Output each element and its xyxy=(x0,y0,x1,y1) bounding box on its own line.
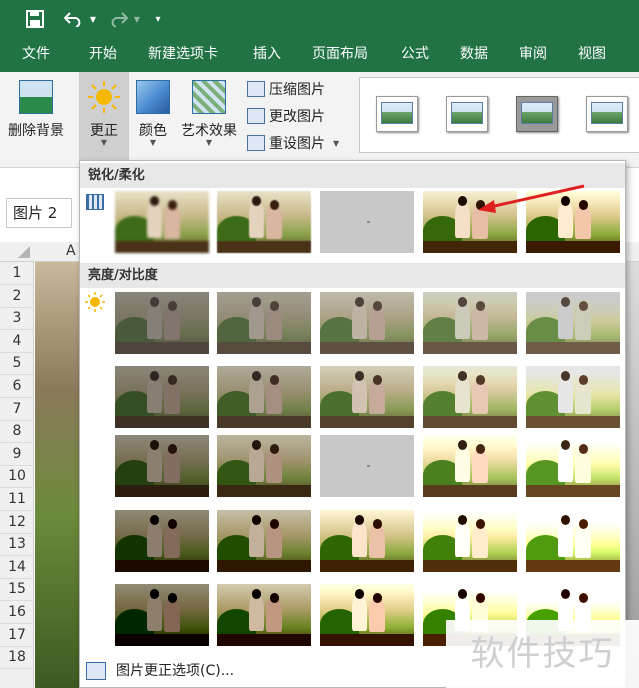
watermark: 软件技巧 xyxy=(446,620,639,688)
remove-background-icon xyxy=(19,80,53,114)
row-header[interactable]: 12 xyxy=(0,511,34,534)
ribbon-tabs: 文件 开始 新建选项卡 插入 页面布局 公式 数据 审阅 视图 xyxy=(0,38,639,72)
row-header[interactable]: 7 xyxy=(0,398,34,421)
reset-picture-icon xyxy=(247,135,265,151)
brightness-contrast-thumb[interactable] xyxy=(526,292,620,354)
name-box[interactable]: 图片 2 xyxy=(6,198,72,228)
chevron-down-icon: ▼ xyxy=(149,138,157,147)
tab-data[interactable]: 数据 xyxy=(460,38,488,72)
row-header[interactable]: 10 xyxy=(0,465,34,489)
chevron-down-icon[interactable]: ▼ xyxy=(333,139,339,148)
sharpen-soften-icon xyxy=(86,194,104,210)
brightness-contrast-thumb[interactable] xyxy=(217,584,311,646)
undo-dropdown-icon[interactable]: ▼ xyxy=(88,6,98,32)
redo-icon[interactable] xyxy=(104,6,132,32)
picture-style-4[interactable] xyxy=(586,96,628,132)
corrections-button[interactable]: 更正 ▼ xyxy=(79,72,129,168)
redo-dropdown-icon[interactable]: ▼ xyxy=(132,6,142,32)
picture-styles-gallery xyxy=(359,77,639,153)
sharpen-soften-thumb[interactable] xyxy=(423,191,517,253)
tab-page-layout[interactable]: 页面布局 xyxy=(312,38,368,72)
brightness-contrast-thumb[interactable] xyxy=(320,510,414,572)
reset-picture-button[interactable]: 重设图片 ▼ xyxy=(247,132,339,154)
tab-formulas[interactable]: 公式 xyxy=(401,38,429,72)
remove-background-button[interactable]: 删除背景 xyxy=(2,72,70,168)
compress-icon xyxy=(247,81,265,97)
brightness-contrast-header: 亮度/对比度 xyxy=(80,263,625,288)
change-picture-button[interactable]: 更改图片 xyxy=(247,105,325,127)
picture-style-2[interactable] xyxy=(446,96,488,132)
row-header[interactable]: 17 xyxy=(0,624,34,647)
brightness-contrast-thumb[interactable] xyxy=(115,510,209,572)
undo-icon[interactable] xyxy=(60,6,88,32)
background-picture xyxy=(35,262,80,688)
color-icon xyxy=(136,80,170,114)
picture-style-3[interactable] xyxy=(516,96,558,132)
row-header[interactable]: 1 xyxy=(0,262,34,285)
sharpen-soften-header: 锐化/柔化 xyxy=(80,163,625,188)
row-header[interactable]: 16 xyxy=(0,601,34,624)
sharpen-soften-thumb[interactable] xyxy=(526,191,620,253)
brightness-contrast-thumb[interactable] xyxy=(423,435,517,497)
brightness-contrast-thumb[interactable] xyxy=(217,292,311,354)
row-header[interactable]: 11 xyxy=(0,488,34,511)
row-header[interactable]: 9 xyxy=(0,443,34,466)
brightness-contrast-thumb[interactable] xyxy=(115,435,209,497)
brightness-contrast-thumb[interactable] xyxy=(217,366,311,428)
sun-icon xyxy=(87,80,121,114)
corrections-dropdown: 锐化/柔化 亮度/对比度 图片更正选项(C)... xyxy=(79,160,626,688)
row-header[interactable]: 3 xyxy=(0,307,34,331)
chevron-down-icon: ▼ xyxy=(205,138,213,147)
change-picture-icon xyxy=(247,108,265,124)
select-all-corner[interactable] xyxy=(18,246,30,258)
tab-insert[interactable]: 插入 xyxy=(253,38,281,72)
brightness-contrast-thumb[interactable] xyxy=(115,292,209,354)
tab-new[interactable]: 新建选项卡 xyxy=(148,38,218,72)
color-button[interactable]: 颜色 ▼ xyxy=(131,72,175,168)
tab-file[interactable]: 文件 xyxy=(22,38,50,72)
row-header[interactable]: 5 xyxy=(0,352,34,376)
brightness-contrast-thumb[interactable] xyxy=(423,510,517,572)
brightness-contrast-thumb[interactable] xyxy=(526,510,620,572)
brightness-contrast-thumb[interactable] xyxy=(115,584,209,646)
ribbon: 删除背景 更正 ▼ 颜色 ▼ 艺术效果 ▼ 压缩图片 更改图片 重设图片 ▼ xyxy=(0,72,639,168)
artistic-effects-button[interactable]: 艺术效果 ▼ xyxy=(176,72,242,168)
sharpen-soften-thumb[interactable] xyxy=(217,191,311,253)
brightness-contrast-thumb[interactable] xyxy=(320,292,414,354)
row-headers: 1 2 3 4 5 6 7 8 9 10 11 12 13 14 15 16 17 18 xyxy=(0,262,34,688)
column-header-a[interactable]: A xyxy=(66,243,76,259)
brightness-contrast-thumb[interactable] xyxy=(217,435,311,497)
picture-style-1[interactable] xyxy=(376,96,418,132)
save-icon[interactable] xyxy=(22,6,48,32)
brightness-contrast-thumb[interactable] xyxy=(115,366,209,428)
customize-qat-icon[interactable]: ▾ xyxy=(150,6,166,32)
brightness-contrast-thumb[interactable] xyxy=(526,435,620,497)
sharpen-soften-thumb[interactable] xyxy=(115,191,209,253)
brightness-contrast-thumb[interactable] xyxy=(320,366,414,428)
brightness-contrast-thumb[interactable] xyxy=(423,292,517,354)
row-header[interactable]: 13 xyxy=(0,533,34,557)
row-header[interactable]: 15 xyxy=(0,578,34,602)
corrections-options-icon xyxy=(86,662,106,680)
brightness-contrast-thumb[interactable] xyxy=(320,584,414,646)
brightness-contrast-thumb[interactable] xyxy=(217,510,311,572)
brightness-contrast-thumb[interactable] xyxy=(526,366,620,428)
sun-icon xyxy=(85,292,105,312)
row-header[interactable]: 8 xyxy=(0,420,34,444)
brightness-contrast-thumb[interactable] xyxy=(320,435,414,497)
row-header[interactable]: 4 xyxy=(0,330,34,353)
artistic-effects-icon xyxy=(192,80,226,114)
row-header[interactable]: 14 xyxy=(0,556,34,579)
brightness-contrast-thumb[interactable] xyxy=(423,366,517,428)
row-header[interactable]: 18 xyxy=(0,646,34,670)
tab-view[interactable]: 视图 xyxy=(578,38,606,72)
tab-review[interactable]: 审阅 xyxy=(519,38,547,72)
tab-home[interactable]: 开始 xyxy=(89,38,117,72)
compress-pictures-button[interactable]: 压缩图片 xyxy=(247,78,325,100)
row-header[interactable]: 6 xyxy=(0,375,34,398)
title-bar: ▼ ▼ ▾ xyxy=(0,0,639,38)
sharpen-soften-thumb[interactable] xyxy=(320,191,414,253)
chevron-down-icon: ▼ xyxy=(100,138,108,147)
row-header[interactable]: 2 xyxy=(0,285,34,308)
